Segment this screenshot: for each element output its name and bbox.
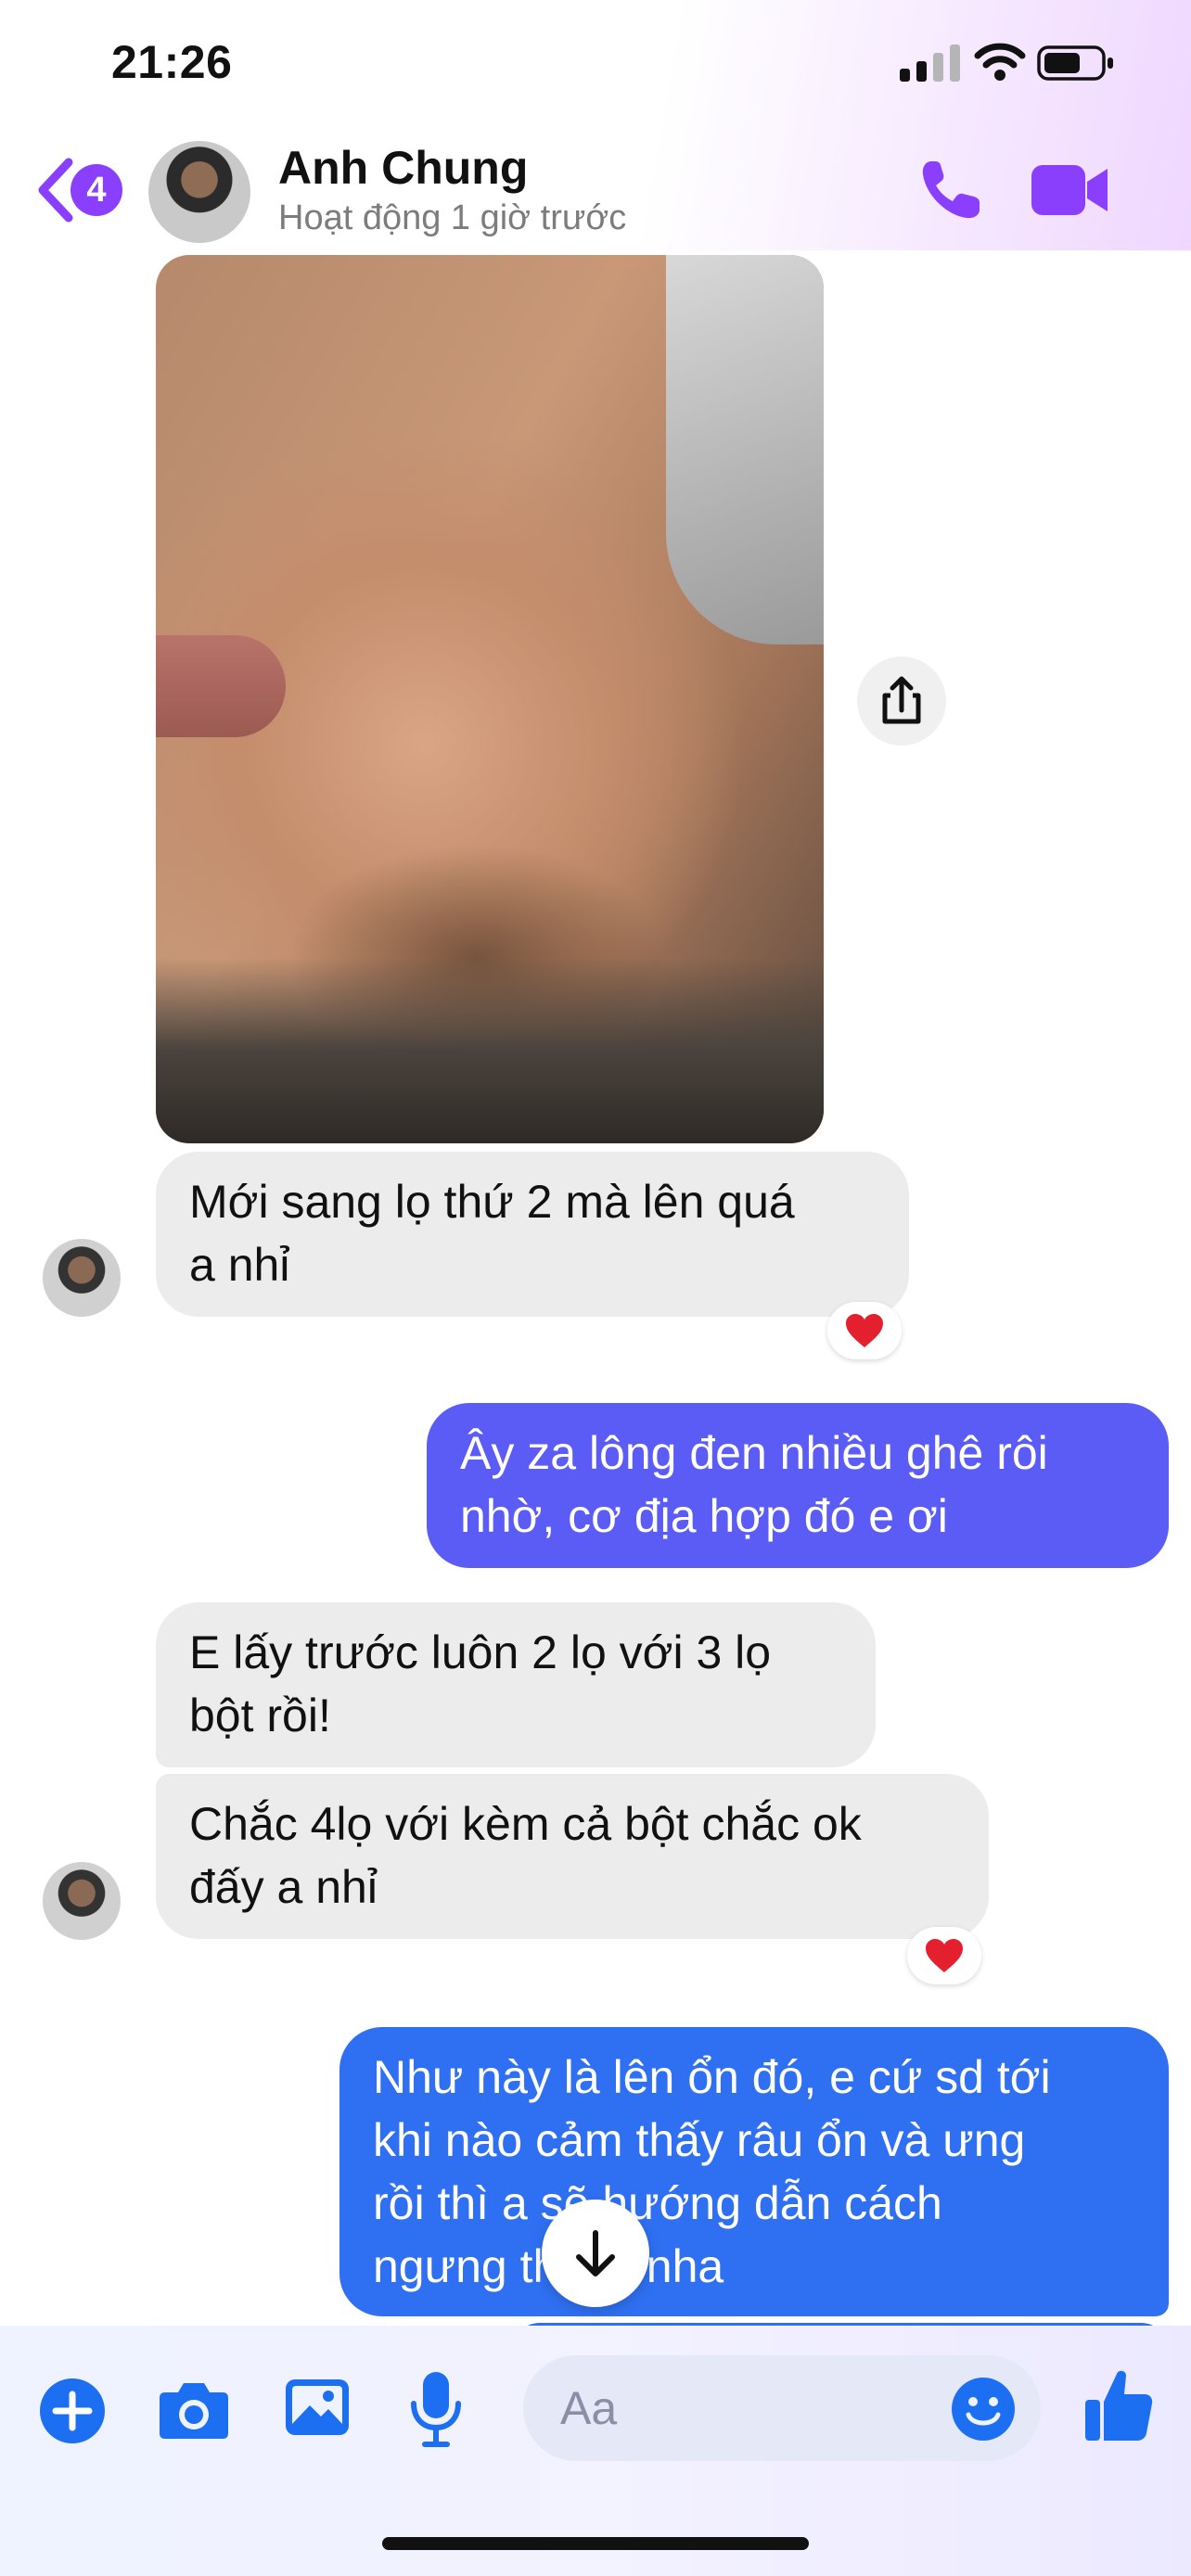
smiley-icon[interactable] (950, 2376, 1017, 2442)
message-sent[interactable]: Như này là lên ổn đó, e cứ sd tới khi nà… (339, 2027, 1169, 2316)
wifi-icon (974, 43, 1026, 81)
message-received[interactable]: Mới sang lọ thứ 2 mà lên quá a nhỉ (156, 1152, 909, 1317)
camera-icon[interactable] (158, 2376, 230, 2442)
contact-avatar-small[interactable] (43, 1239, 121, 1317)
message-line: a nhỉ (189, 1239, 290, 1291)
share-icon (882, 676, 921, 724)
contact-name[interactable]: Anh Chung (278, 141, 528, 195)
photo-shirt-region (156, 958, 824, 1143)
message-line: Ây za lông đen nhiều ghê rôi (460, 1427, 1048, 1479)
thumbs-up-icon[interactable] (1083, 2366, 1154, 2444)
message-line: Như này là lên ổn đó, e cứ sd tới (373, 2051, 1051, 2103)
message-line: rồi thì a sẽ hướng dẫn cách (373, 2177, 942, 2229)
message-received[interactable]: Chắc 4lọ với kèm cả bột chắc ok đấy a nh… (156, 1774, 989, 1939)
cellular-signal-icon (900, 45, 960, 82)
unread-badge: 4 (86, 171, 107, 210)
message-received[interactable]: E lấy trước luôn 2 lọ với 3 lọ bột rồi! (156, 1602, 876, 1767)
message-line: ngưng thuốc nha (373, 2240, 724, 2292)
message-line: đấy a nhỉ (189, 1861, 378, 1913)
heart-icon (926, 1939, 963, 1972)
message-line: nhờ, cơ địa hợp đó e ơi (460, 1490, 948, 1542)
video-camera-icon[interactable] (1030, 159, 1109, 221)
message-line: Mới sang lọ thứ 2 mà lên quá (189, 1176, 795, 1228)
heart-reaction[interactable] (907, 1927, 981, 1984)
shared-photo[interactable] (156, 255, 824, 1143)
photo-lips-region (156, 635, 286, 737)
contact-activity-status: Hoạt động 1 giờ trước (278, 198, 627, 237)
message-line: Chắc 4lọ với kèm cả bột chắc ok (189, 1798, 862, 1850)
share-button[interactable] (857, 657, 946, 746)
image-icon[interactable] (284, 2374, 351, 2441)
message-line: E lấy trước luôn 2 lọ với 3 lọ (189, 1626, 772, 1678)
heart-icon (846, 1314, 883, 1347)
arrow-down-icon (576, 2230, 615, 2276)
home-indicator (382, 2537, 809, 2550)
contact-avatar[interactable] (148, 141, 250, 243)
message-line: bột rồi! (189, 1690, 331, 1741)
microphone-icon[interactable] (408, 2370, 464, 2448)
heart-reaction[interactable] (827, 1302, 902, 1359)
message-sent[interactable]: Ây za lông đen nhiều ghê rôi nhờ, cơ địa… (427, 1403, 1169, 1568)
back-button[interactable]: 4 (33, 153, 126, 227)
status-time: 21:26 (111, 36, 233, 88)
plus-circle-icon[interactable] (37, 2376, 108, 2446)
scroll-to-bottom-button[interactable] (542, 2200, 649, 2307)
phone-icon[interactable] (918, 158, 983, 223)
contact-avatar-small[interactable] (43, 1862, 121, 1940)
battery-icon (1037, 45, 1113, 81)
message-line: khi nào cảm thấy râu ổn và ưng (373, 2114, 1026, 2166)
photo-pillow-region (666, 255, 824, 644)
